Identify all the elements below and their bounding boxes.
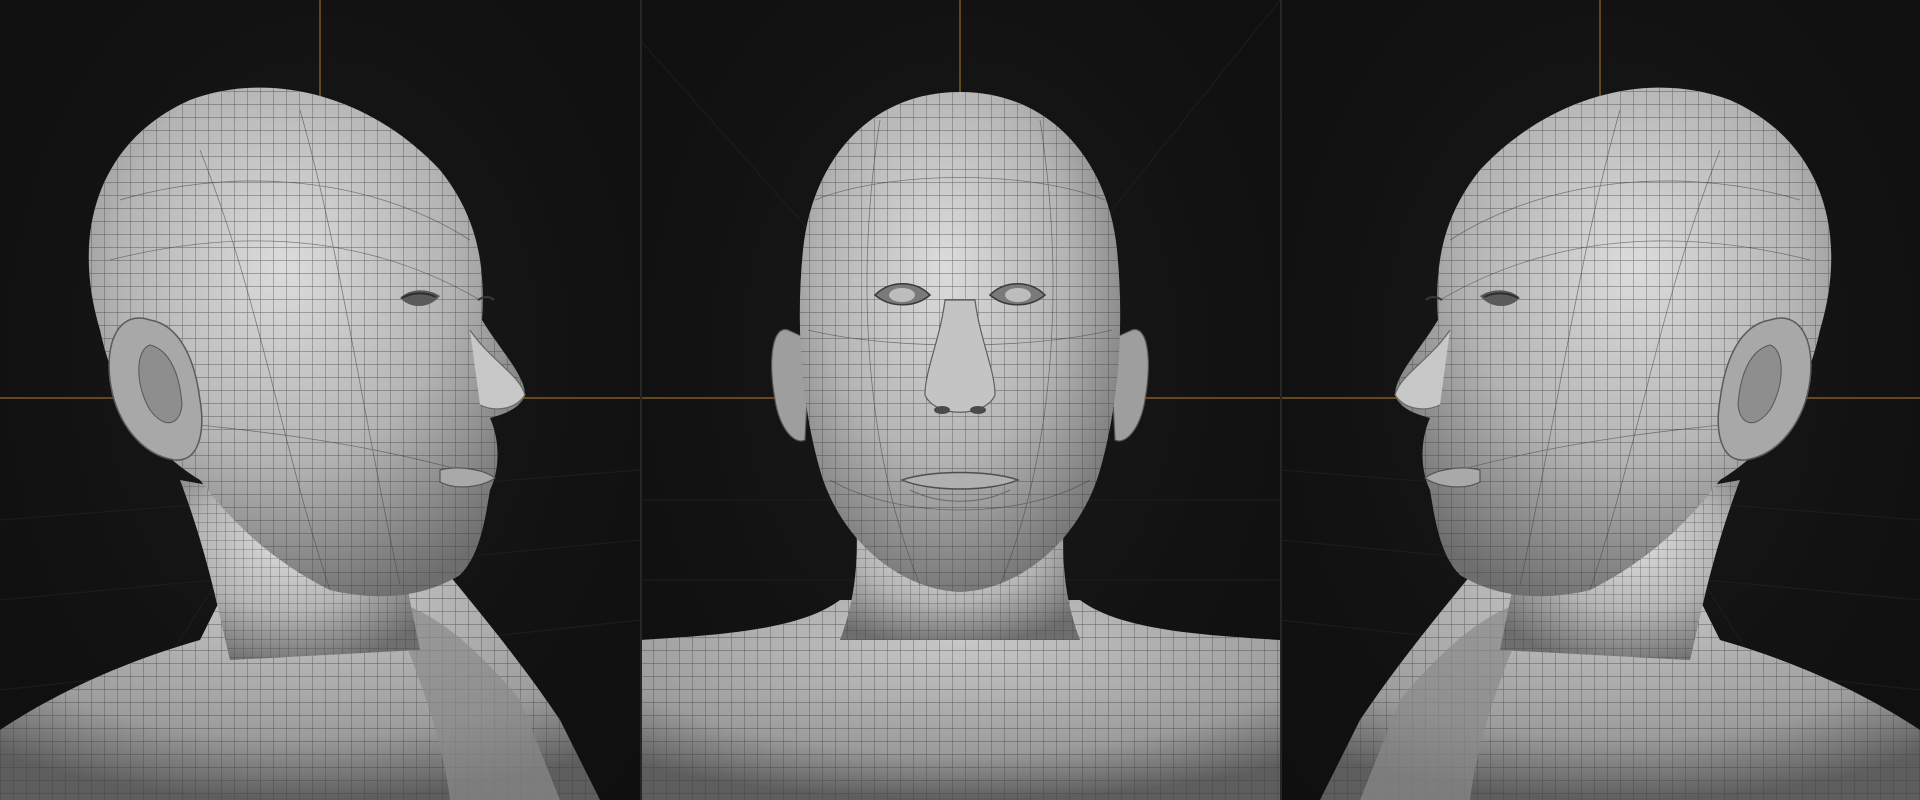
head-mesh-left-view bbox=[1280, 0, 1920, 800]
viewport-front bbox=[640, 0, 1280, 800]
viewport-divider bbox=[640, 0, 642, 800]
turnaround-sheet bbox=[0, 0, 1920, 800]
viewport-three-quarter-right bbox=[0, 0, 640, 800]
viewport-divider bbox=[1280, 0, 1282, 800]
viewport-three-quarter-left bbox=[1280, 0, 1920, 800]
head-mesh-right-view bbox=[0, 0, 640, 800]
head-mesh-front-view bbox=[640, 0, 1280, 800]
